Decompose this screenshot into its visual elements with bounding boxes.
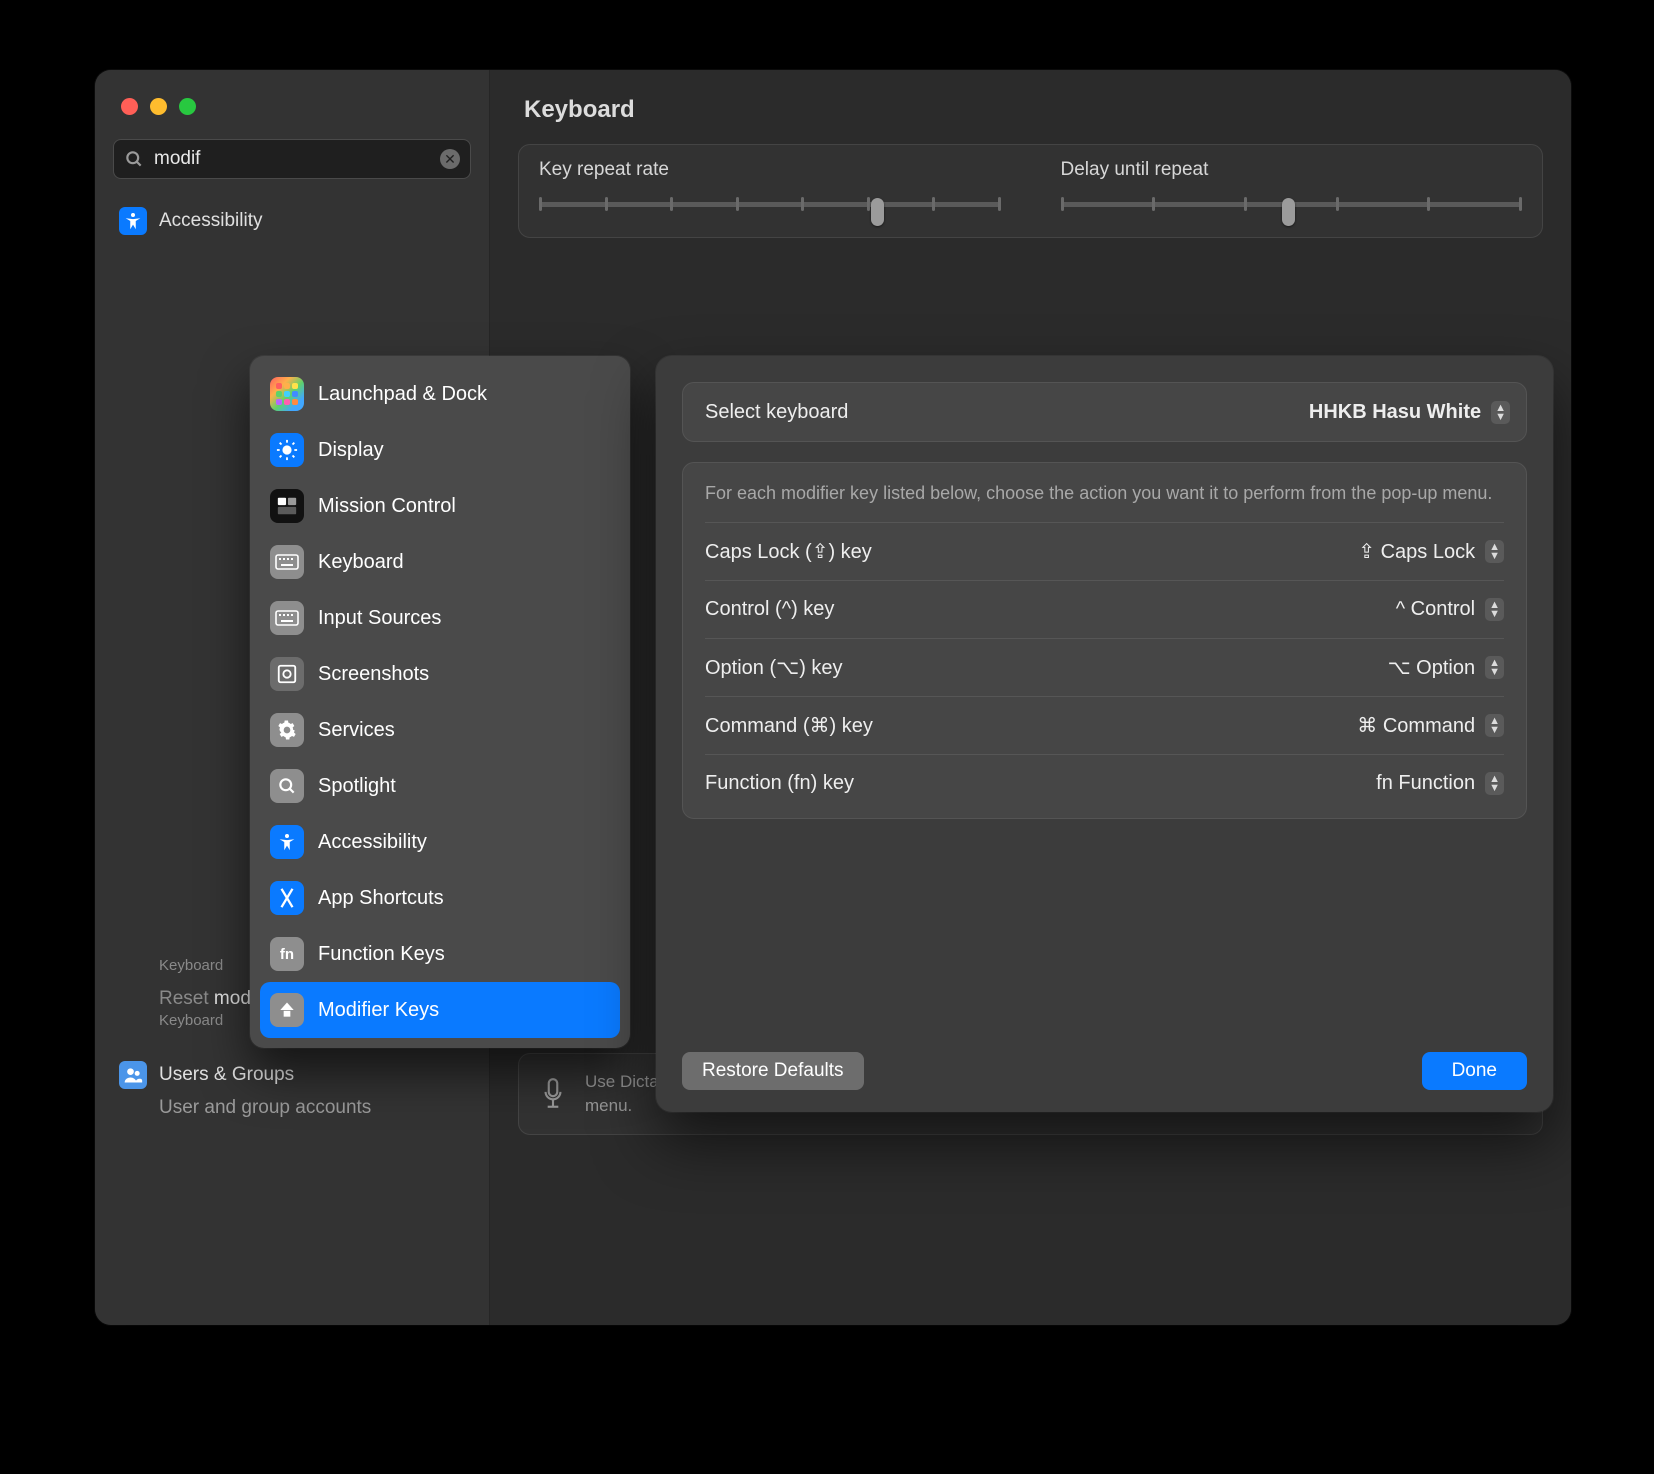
delay-until-repeat-slider[interactable] — [1061, 189, 1523, 219]
spotlight-icon — [270, 769, 304, 803]
popover-item-label: Spotlight — [318, 775, 396, 798]
modifier-key-value: fn Function — [1376, 772, 1475, 795]
sidebar-item-users-groups[interactable]: Users & Groups — [113, 1053, 471, 1097]
page-title: Keyboard — [518, 90, 1543, 144]
modifier-key-value: ⌥ Option — [1388, 655, 1476, 680]
done-button[interactable]: Done — [1422, 1052, 1527, 1090]
modifier-row[interactable]: Caps Lock (⇪) key ⇪ Caps Lock ▲▼ — [705, 522, 1504, 580]
modifier-key-label: Command (⌘) key — [705, 713, 873, 738]
select-keyboard-value: HHKB Hasu White — [1309, 401, 1481, 424]
popover-item-services[interactable]: Services — [260, 702, 620, 758]
key-repeat-label: Key repeat rate — [539, 159, 1001, 181]
access-icon — [270, 825, 304, 859]
popover-item-keyboard[interactable]: Keyboard — [260, 534, 620, 590]
services-icon — [270, 713, 304, 747]
accessibility-icon — [119, 207, 147, 235]
modifier-key-label: Option (⌥) key — [705, 655, 843, 680]
modifier-row[interactable]: Control (^) key ^ Control ▲▼ — [705, 580, 1504, 638]
search-field[interactable]: ✕ — [113, 139, 471, 179]
popover-item-display[interactable]: Display — [260, 422, 620, 478]
shortcut-categories-popover: Launchpad & Dock Display Mission Control Ke… — [250, 356, 630, 1048]
zoom-icon[interactable] — [179, 98, 196, 115]
sidebar-item-label: Users & Groups — [159, 1064, 294, 1086]
modifier-keys-sheet: Select keyboard HHKB Hasu White ▲▼ For e… — [656, 356, 1553, 1112]
select-keyboard-row[interactable]: Select keyboard HHKB Hasu White ▲▼ — [682, 382, 1527, 442]
popover-item-label: Keyboard — [318, 551, 404, 574]
restore-defaults-button[interactable]: Restore Defaults — [682, 1052, 864, 1090]
popover-item-label: Screenshots — [318, 663, 429, 686]
popover-item-label: Function Keys — [318, 943, 445, 966]
modifier-group: For each modifier key listed below, choo… — [682, 462, 1527, 819]
chevron-updown-icon: ▲▼ — [1491, 401, 1510, 424]
chevron-updown-icon: ▲▼ — [1485, 714, 1504, 737]
microphone-icon — [539, 1074, 567, 1114]
popover-item-appshort[interactable]: App Shortcuts — [260, 870, 620, 926]
modifier-icon — [270, 993, 304, 1027]
modifier-row[interactable]: Command (⌘) key ⌘ Command ▲▼ — [705, 696, 1504, 754]
launchpad-icon — [270, 377, 304, 411]
screenshot-icon — [270, 657, 304, 691]
modifier-key-value: ⌘ Command — [1357, 713, 1475, 738]
modifier-key-label: Control (^) key — [705, 598, 834, 621]
popover-item-access[interactable]: Accessibility — [260, 814, 620, 870]
select-keyboard-label: Select keyboard — [705, 401, 848, 424]
fn-icon: fn — [270, 937, 304, 971]
appshort-icon — [270, 881, 304, 915]
modifier-help-text: For each modifier key listed below, choo… — [705, 481, 1504, 506]
users-icon — [119, 1061, 147, 1089]
popover-item-label: Services — [318, 719, 395, 742]
chevron-updown-icon: ▲▼ — [1485, 540, 1504, 563]
search-icon — [124, 149, 144, 169]
mission-icon — [270, 489, 304, 523]
popover-item-screenshot[interactable]: Screenshots — [260, 646, 620, 702]
popover-item-label: Mission Control — [318, 495, 456, 518]
modifier-row[interactable]: Option (⌥) key ⌥ Option ▲▼ — [705, 638, 1504, 696]
sidebar-item-user-accounts[interactable]: User and group accounts — [113, 1097, 471, 1127]
modifier-key-label: Caps Lock (⇪) key — [705, 539, 872, 564]
modifier-key-value: ^ Control — [1396, 598, 1475, 621]
popover-item-mission[interactable]: Mission Control — [260, 478, 620, 534]
popover-item-label: Launchpad & Dock — [318, 383, 487, 406]
modifier-key-value: ⇪ Caps Lock — [1358, 539, 1475, 564]
system-settings-window: ✕ Accessibility Keyboard Reset modifier … — [95, 70, 1571, 1325]
input-icon — [270, 601, 304, 635]
sidebar-item-accessibility[interactable]: Accessibility — [113, 199, 471, 243]
clear-search-icon[interactable]: ✕ — [440, 149, 460, 169]
chevron-updown-icon: ▲▼ — [1485, 656, 1504, 679]
window-controls — [113, 95, 471, 139]
popover-item-label: Display — [318, 439, 384, 462]
keyboard-icon — [270, 545, 304, 579]
modifier-key-label: Function (fn) key — [705, 772, 854, 795]
close-icon[interactable] — [121, 98, 138, 115]
popover-item-label: Modifier Keys — [318, 999, 439, 1022]
popover-item-fn[interactable]: fn Function Keys — [260, 926, 620, 982]
popover-item-label: App Shortcuts — [318, 887, 444, 910]
sidebar-item-label: User and group accounts — [159, 1097, 371, 1119]
popover-item-label: Accessibility — [318, 831, 427, 854]
key-repeat-slider[interactable] — [539, 189, 1001, 219]
delay-until-repeat-label: Delay until repeat — [1061, 159, 1523, 181]
key-repeat-card: Key repeat rate Delay until repeat — [518, 144, 1543, 238]
chevron-updown-icon: ▲▼ — [1485, 598, 1504, 621]
popover-item-launchpad[interactable]: Launchpad & Dock — [260, 366, 620, 422]
popover-item-spotlight[interactable]: Spotlight — [260, 758, 620, 814]
minimize-icon[interactable] — [150, 98, 167, 115]
popover-item-modifier[interactable]: Modifier Keys — [260, 982, 620, 1038]
popover-item-input[interactable]: Input Sources — [260, 590, 620, 646]
chevron-updown-icon: ▲▼ — [1485, 772, 1504, 795]
popover-item-label: Input Sources — [318, 607, 441, 630]
sidebar-item-label: Accessibility — [159, 210, 262, 232]
display-icon — [270, 433, 304, 467]
search-input[interactable] — [154, 148, 430, 170]
modifier-row[interactable]: Function (fn) key fn Function ▲▼ — [705, 754, 1504, 812]
